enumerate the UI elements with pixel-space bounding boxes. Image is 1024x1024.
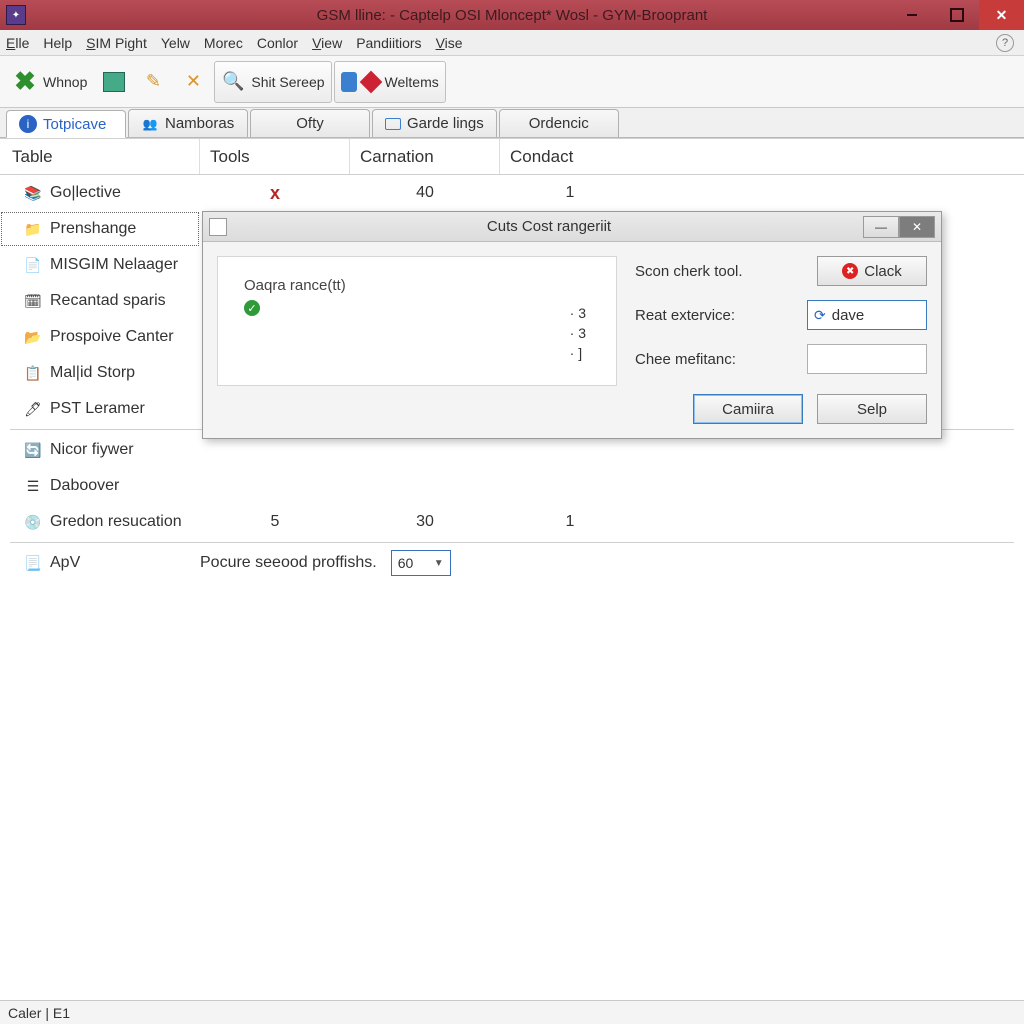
status-bar: Caler | E1 xyxy=(0,1000,1024,1024)
people-icon: 👥 xyxy=(141,115,159,133)
header-carnation[interactable]: Carnation xyxy=(350,139,500,174)
header-table[interactable]: Table xyxy=(0,139,200,174)
doc-icon: 📄 xyxy=(22,254,44,276)
tool-whnop[interactable]: ✖ Whnop xyxy=(6,61,94,103)
disc-icon: 💿 xyxy=(22,511,44,533)
dialog-titlebar[interactable]: Cuts Cost rangeriit — ✕ xyxy=(203,212,941,242)
check-icon: ✓ xyxy=(244,300,260,316)
table-row[interactable]: 💿Gredon resucation 5 30 1 xyxy=(0,504,1024,540)
close-button[interactable] xyxy=(979,0,1024,30)
chee-input[interactable] xyxy=(807,344,927,374)
reat-label: Reat extervice: xyxy=(635,307,735,324)
minimize-button[interactable] xyxy=(889,0,934,30)
tool-pen[interactable]: ✎ xyxy=(134,61,172,103)
dialog-body: Oaqra rance(tt) ✓ · 3 · 3 · ] Scon cherk… xyxy=(203,242,941,438)
table-row[interactable]: 📚Go|lective x 40 1 xyxy=(0,175,1024,211)
tab-namboras[interactable]: 👥 Namboras xyxy=(128,109,248,137)
table-row[interactable]: 📃ApV Pocure seeood proffishs. 60 ▼ xyxy=(0,545,1024,581)
extra-label: Pocure seeood proffishs. xyxy=(200,554,377,572)
cylinder-icon xyxy=(341,72,357,92)
chevron-down-icon: ▼ xyxy=(434,558,444,569)
menu-yelw[interactable]: Yelw xyxy=(161,35,190,51)
extra-dropdown[interactable]: 60 ▼ xyxy=(391,550,451,576)
tab-ofty[interactable]: Ofty xyxy=(250,109,370,137)
menu-vise[interactable]: Vise xyxy=(436,35,463,51)
x-green-icon: ✖ xyxy=(13,70,37,94)
window-title: GSM lline: - Captelp OSI Mloncept* Wosl … xyxy=(317,7,708,24)
header-tools[interactable]: Tools xyxy=(200,139,350,174)
table-header: Table Tools Carnation Condact xyxy=(0,139,1024,175)
dialog-minimize-button[interactable]: — xyxy=(863,216,899,238)
wand-icon: 🖊 xyxy=(22,398,44,420)
wrench-icon: ✕ xyxy=(181,70,205,94)
dialog-close-button[interactable]: ✕ xyxy=(899,216,935,238)
selp-button[interactable]: Selp xyxy=(817,394,927,424)
reat-input[interactable]: ⟳ dave xyxy=(807,300,927,330)
help-icon[interactable]: ? xyxy=(996,34,1014,52)
alert-icon: ✖ xyxy=(842,263,858,279)
table-row[interactable]: ☰Daboover xyxy=(0,468,1024,504)
header-condact[interactable]: Condact xyxy=(500,139,640,174)
chee-label: Chee mefitanc: xyxy=(635,351,736,368)
menu-bar: Elle Help SIM Pight Yelw Morec Conlor Vi… xyxy=(0,30,1024,56)
pen-icon: ✎ xyxy=(141,70,165,94)
tab-totpicave[interactable]: i Totpicave xyxy=(6,110,126,138)
stack-icon: 📚 xyxy=(22,182,44,204)
tool-weltems[interactable]: Weltems xyxy=(334,61,446,103)
camira-button[interactable]: Camiira xyxy=(693,394,803,424)
note-icon: 📋 xyxy=(22,362,44,384)
status-text: Caler | E1 xyxy=(8,1005,70,1021)
grid-icon: 🗓 xyxy=(22,290,44,312)
x-icon: x xyxy=(270,183,280,204)
menu-pand[interactable]: Pandiitiors xyxy=(356,35,421,51)
drive-icon: ☰ xyxy=(22,475,44,497)
title-bar: ✦ GSM lline: - Captelp OSI Mloncept* Wos… xyxy=(0,0,1024,30)
info-icon: i xyxy=(19,115,37,133)
card-icon xyxy=(385,118,401,130)
dialog-left-panel: Oaqra rance(tt) ✓ · 3 · 3 · ] xyxy=(217,256,617,386)
menu-conlor[interactable]: Conlor xyxy=(257,35,298,51)
tab-garde[interactable]: Garde lings xyxy=(372,109,497,137)
main-area: Table Tools Carnation Condact 📚Go|lectiv… xyxy=(0,138,1024,1000)
diamond-icon xyxy=(359,70,382,93)
window-controls xyxy=(889,0,1024,30)
menu-morec[interactable]: Morec xyxy=(204,35,243,51)
tool-pic[interactable] xyxy=(96,61,132,103)
menu-help[interactable]: Help xyxy=(43,35,72,51)
dialog-left-values: · 3 · 3 · ] xyxy=(570,303,586,363)
toolbar: ✖ Whnop ✎ ✕ 🔍 Shit Sereep Weltems xyxy=(0,56,1024,108)
tab-bar: i Totpicave 👥 Namboras Ofty Garde lings … xyxy=(0,108,1024,138)
dialog-icon xyxy=(209,218,227,236)
dialog-right-panel: Scon cherk tool. ✖ Clack Reat extervice:… xyxy=(635,256,927,424)
folder-icon: 📁 xyxy=(22,218,44,240)
menu-view[interactable]: View xyxy=(312,35,342,51)
dialog-left-heading: Oaqra rance(tt) xyxy=(244,277,590,294)
refresh-icon: 🔄 xyxy=(22,439,44,461)
tab-ordencic[interactable]: Ordencic xyxy=(499,109,619,137)
picture-icon xyxy=(103,72,125,92)
folder-open-icon: 📂 xyxy=(22,326,44,348)
dialog-cuts-cost: Cuts Cost rangeriit — ✕ Oaqra rance(tt) … xyxy=(202,211,942,439)
sync-icon: ⟳ xyxy=(814,307,826,324)
tool-shit-screep[interactable]: 🔍 Shit Sereep xyxy=(214,61,331,103)
scon-label: Scon cherk tool. xyxy=(635,263,743,280)
clack-button[interactable]: ✖ Clack xyxy=(817,256,927,286)
dialog-title: Cuts Cost rangeriit xyxy=(235,218,863,235)
menu-elle[interactable]: Elle xyxy=(6,35,29,51)
magnifier-icon: 🔍 xyxy=(221,70,245,94)
tool-wrench[interactable]: ✕ xyxy=(174,61,212,103)
maximize-button[interactable] xyxy=(934,0,979,30)
sheet-icon: 📃 xyxy=(22,552,44,574)
menu-sim[interactable]: SIM Pight xyxy=(86,35,147,51)
separator xyxy=(10,542,1014,543)
app-icon: ✦ xyxy=(6,5,26,25)
